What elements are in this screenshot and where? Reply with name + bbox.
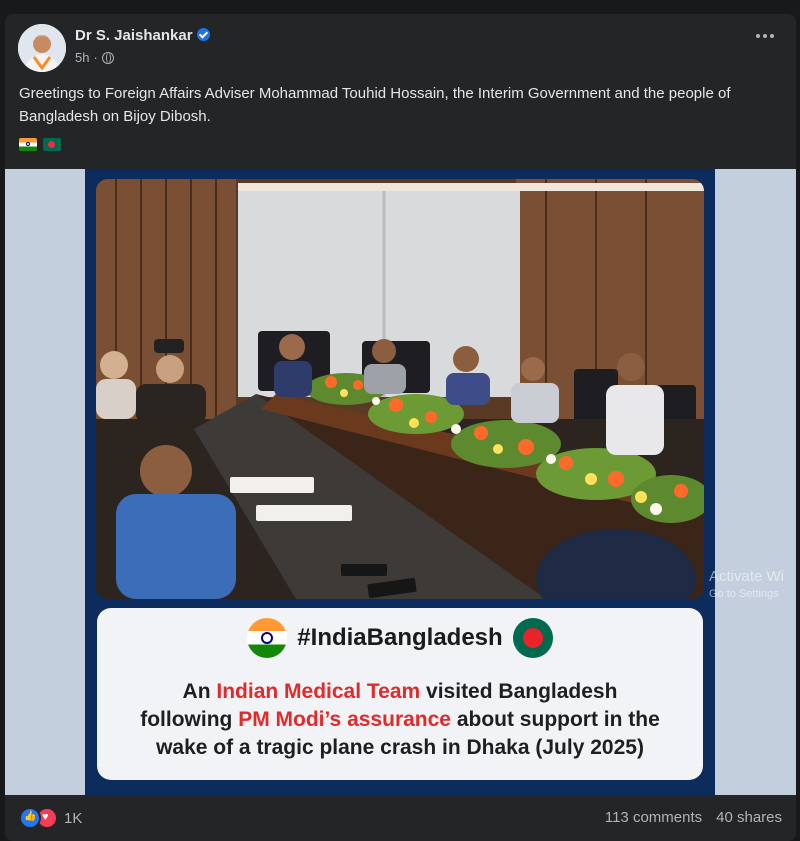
poster-highlight-assurance: PM Modi’s assurance <box>238 708 451 731</box>
globe-icon <box>101 51 114 64</box>
meeting-photo <box>96 179 704 599</box>
like-reaction-icon <box>19 807 41 829</box>
reaction-count[interactable]: 1K <box>64 810 82 827</box>
poster-caption-panel: #IndiaBangladesh An Indian Medical Team … <box>97 608 703 780</box>
poster-highlight-medical-team: Indian Medical Team <box>216 680 421 703</box>
comments-count[interactable]: 113 comments <box>605 809 702 826</box>
poster-line-1: An Indian Medical Team visited Banglades… <box>97 678 703 706</box>
watermark-title: Activate Wi <box>709 568 785 585</box>
india-flag-icon <box>247 618 288 658</box>
bangladesh-flag-icon <box>512 618 553 658</box>
poster-line-1-start: An <box>182 680 217 703</box>
post-footer: 1K 113 comments 40 shares <box>5 795 796 841</box>
poster-line-1-end: visited Bangladesh <box>420 680 618 703</box>
meta-separator: · <box>93 50 98 65</box>
bangladesh-flag-icon <box>43 138 61 151</box>
author-avatar[interactable] <box>18 24 66 72</box>
poster-hashtag: #IndiaBangladesh <box>297 624 503 651</box>
poster-message: An Indian Medical Team visited Banglades… <box>97 678 703 762</box>
engagement-stats: 113 comments 40 shares <box>605 809 782 826</box>
poster-line-2: following PM Modi’s assurance about supp… <box>97 706 703 734</box>
avatar-portrait <box>18 24 66 72</box>
post-flags <box>19 138 61 151</box>
verified-badge-icon <box>196 28 210 41</box>
india-flag-icon <box>19 138 37 151</box>
author-name-text[interactable]: Dr S. Jaishankar <box>75 27 193 44</box>
post-text: Greetings to Foreign Affairs Adviser Moh… <box>19 85 731 125</box>
meeting-photo-illustration <box>96 179 704 599</box>
windows-activation-watermark: Activate Wi Go to Settings <box>709 568 784 600</box>
hashtag-row: #IndiaBangladesh <box>97 618 703 658</box>
poster-image: #IndiaBangladesh An Indian Medical Team … <box>85 169 715 795</box>
post-media[interactable]: #IndiaBangladesh An Indian Medical Team … <box>5 169 796 795</box>
poster-line-3: wake of a tragic plane crash in Dhaka (J… <box>156 736 644 759</box>
shares-count[interactable]: 40 shares <box>716 809 782 826</box>
poster-line-2-end: about support in the <box>450 708 660 731</box>
post-meta: 5h · <box>75 50 114 65</box>
poster-line-2-start: following <box>140 708 239 731</box>
reaction-summary[interactable]: 1K <box>19 807 82 829</box>
author-name[interactable]: Dr S. Jaishankar <box>75 27 210 44</box>
facebook-post: Dr S. Jaishankar 5h · Greetings to Forei… <box>5 14 796 841</box>
more-options-icon[interactable] <box>756 34 774 38</box>
post-time[interactable]: 5h <box>75 50 89 65</box>
watermark-subtitle: Go to Settings <box>709 588 779 600</box>
